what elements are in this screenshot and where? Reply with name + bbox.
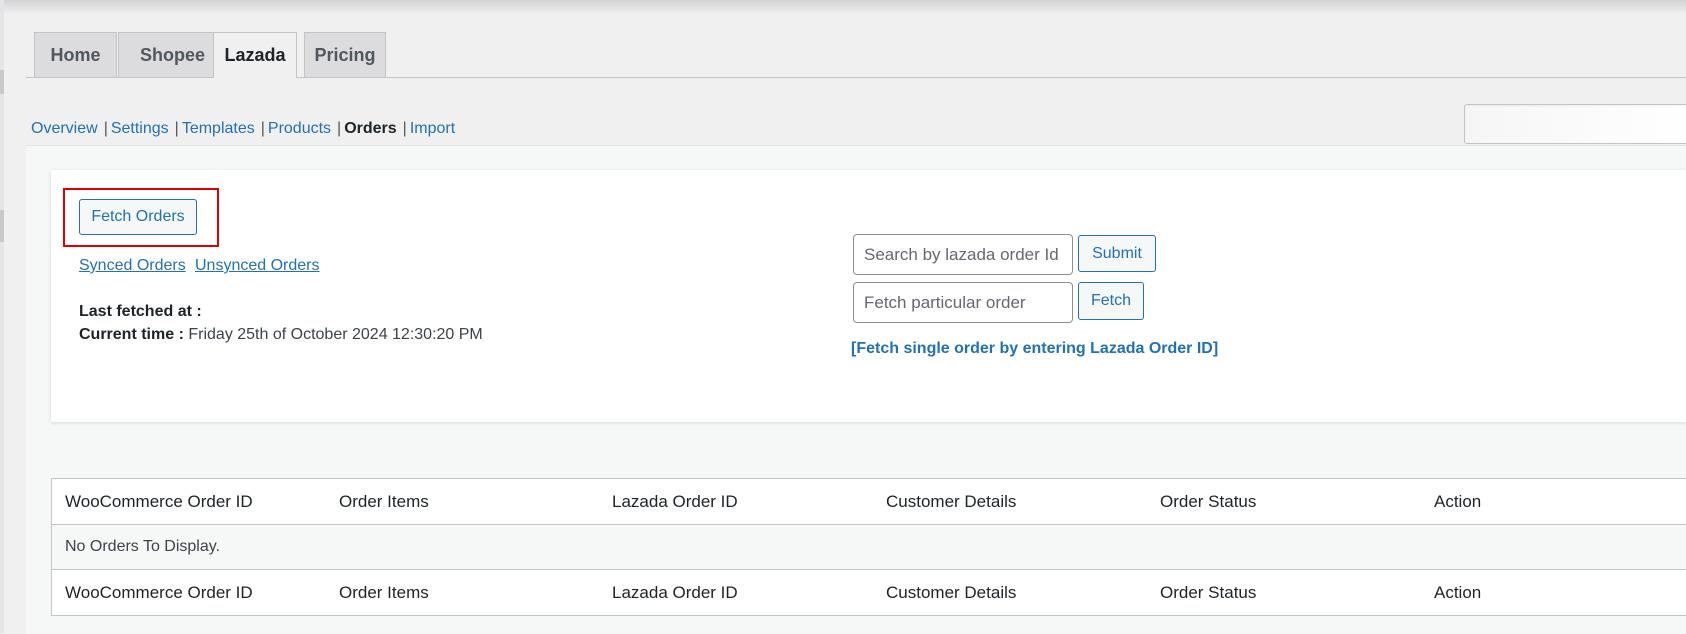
column-footer[interactable]: Action (1434, 570, 1481, 615)
table-empty-row: No Orders To Display. (52, 525, 1686, 569)
submit-button[interactable]: Submit (1078, 235, 1156, 272)
subnav-separator: | (337, 120, 342, 137)
column-footer[interactable]: Customer Details (886, 570, 1016, 615)
fetch-order-input[interactable] (853, 282, 1073, 323)
current-time-label: Current time : (79, 326, 184, 343)
left-rail-notch (0, 210, 4, 242)
search-order-input[interactable] (853, 234, 1073, 275)
table-header-row: WooCommerce Order ID Order Items Lazada … (52, 479, 1686, 525)
fetch-orders-button[interactable]: Fetch Orders (79, 199, 197, 235)
column-header[interactable]: Action (1434, 479, 1481, 524)
column-header[interactable]: Order Status (1160, 479, 1256, 524)
subnav-products[interactable]: Products (268, 120, 331, 137)
subnav-separator: | (174, 120, 179, 137)
column-header[interactable]: WooCommerce Order ID (65, 479, 253, 524)
blurred-field (1464, 104, 1686, 144)
subnav-separator: | (402, 120, 407, 137)
column-footer[interactable]: Order Status (1160, 570, 1256, 615)
column-header[interactable]: Lazada Order ID (612, 479, 738, 524)
column-header[interactable]: Customer Details (886, 479, 1016, 524)
synced-orders-link[interactable]: Synced Orders (79, 257, 186, 275)
subnav-separator: | (260, 120, 265, 137)
column-footer[interactable]: Lazada Order ID (612, 570, 738, 615)
fetch-single-button[interactable]: Fetch (1078, 282, 1144, 320)
unsynced-orders-link[interactable]: Unsynced Orders (195, 257, 320, 275)
last-fetched-label: Last fetched at : (79, 303, 202, 320)
empty-message: No Orders To Display. (65, 538, 221, 555)
left-rail-notch (0, 70, 4, 94)
fetch-single-hint: [Fetch single order by entering Lazada O… (851, 340, 1219, 357)
column-header[interactable]: Order Items (339, 479, 429, 524)
tab-lazada[interactable]: Lazada (213, 32, 297, 78)
current-time-line: Current time : Friday 25th of October 20… (79, 326, 483, 344)
plugin-tabs: Home Shopee Lazada Pricing (26, 32, 1686, 78)
column-footer[interactable]: WooCommerce Order ID (65, 570, 253, 615)
tab-shopee[interactable]: Shopee (118, 32, 227, 77)
left-rail (0, 0, 4, 633)
column-footer[interactable]: Order Items (339, 570, 429, 615)
current-time-value: Friday 25th of October 2024 12:30:20 PM (188, 326, 483, 343)
subnav-orders[interactable]: Orders (344, 120, 396, 137)
tab-home[interactable]: Home (34, 32, 117, 77)
subnav-settings[interactable]: Settings (111, 120, 169, 137)
subnav-templates[interactable]: Templates (182, 120, 255, 137)
last-fetched-line: Last fetched at : (79, 303, 202, 321)
tab-pricing[interactable]: Pricing (304, 32, 386, 77)
orders-table: WooCommerce Order ID Order Items Lazada … (51, 478, 1686, 616)
subnav-separator: | (103, 120, 108, 137)
top-shadow (0, 0, 1686, 14)
subnav-overview[interactable]: Overview (31, 120, 98, 137)
table-footer-row: WooCommerce Order ID Order Items Lazada … (52, 569, 1686, 615)
subnav-import[interactable]: Import (410, 120, 455, 137)
sub-navigation: Overview | Settings | Templates | Products | Ord… (31, 120, 455, 138)
